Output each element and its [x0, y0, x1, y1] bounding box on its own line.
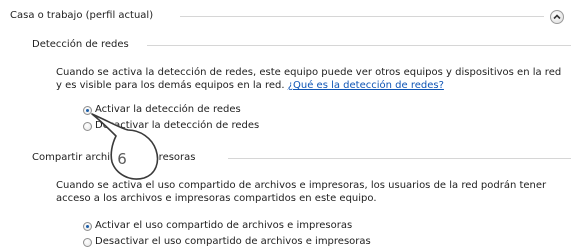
network-discovery-title: Detección de redes: [32, 39, 129, 50]
file-sharing-divider: [228, 158, 571, 159]
collapse-button[interactable]: [550, 10, 564, 24]
section-title: Casa o trabajo (perfil actual): [10, 10, 154, 21]
radio-enable-file-sharing-label[interactable]: Activar el uso compartido de archivos e …: [95, 220, 352, 231]
section-divider: [180, 16, 544, 17]
network-discovery-description-line1: Cuando se activa la detección de redes, …: [56, 67, 562, 78]
chevron-up-icon: [553, 14, 561, 20]
radio-disable-file-sharing-label[interactable]: Desactivar el uso compartido de archivos…: [95, 236, 371, 247]
callout-step-number: 6: [117, 150, 127, 168]
network-discovery-description-text: y es visible para los demás equipos en l…: [56, 80, 285, 91]
radio-enable-file-sharing[interactable]: [83, 222, 92, 231]
file-sharing-description-line2: acceso a los archivos e impresoras compa…: [56, 193, 377, 204]
network-discovery-description-line2: y es visible para los demás equipos en l…: [56, 80, 444, 91]
network-discovery-divider: [147, 45, 571, 46]
radio-disable-file-sharing[interactable]: [83, 238, 92, 247]
network-discovery-help-link[interactable]: ¿Qué es la detección de redes?: [288, 80, 444, 91]
